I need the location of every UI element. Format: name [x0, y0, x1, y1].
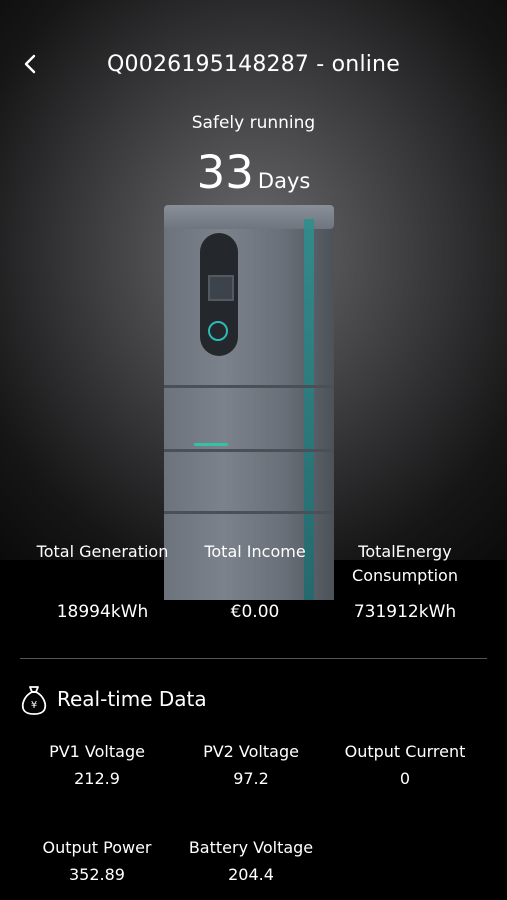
days-count: 33: [196, 146, 254, 199]
days-unit: Days: [257, 169, 311, 193]
svg-text:¥: ¥: [31, 700, 37, 711]
total-consumption-label: TotalEnergy Consumption: [352, 542, 458, 585]
status-label: Safely running: [191, 113, 316, 133]
total-income-value: €0.00: [230, 602, 280, 622]
header-bar: Q0026195148287 - online: [0, 44, 507, 84]
metric-battery-voltage: Battery Voltage 204.4: [188, 838, 314, 884]
metric-output-power: Output Power 352.89: [42, 838, 152, 884]
metric-pv1-voltage: PV1 Voltage 212.9: [49, 742, 145, 788]
total-income-label: Total Income: [204, 542, 306, 561]
total-generation-label: Total Generation: [36, 542, 169, 561]
running-days: 33 Days: [0, 146, 507, 199]
page-title: Q0026195148287 - online: [107, 52, 400, 77]
metric-pv2-voltage: PV2 Voltage 97.2: [203, 742, 299, 788]
metric-output-current: Output Current 0: [344, 742, 466, 788]
total-consumption-value: 731912kWh: [353, 602, 457, 622]
divider: [20, 658, 487, 659]
total-generation-value: 18994kWh: [56, 602, 149, 622]
realtime-title: Real-time Data: [57, 687, 207, 711]
money-bag-icon: ¥: [21, 686, 47, 715]
